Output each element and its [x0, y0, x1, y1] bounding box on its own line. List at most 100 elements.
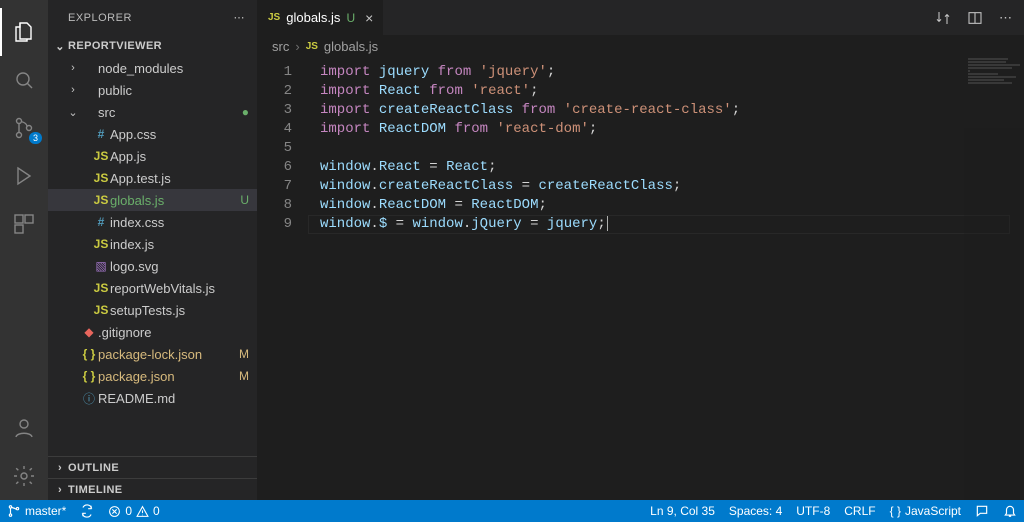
activity-account[interactable]	[0, 404, 48, 452]
status-sync[interactable]	[73, 500, 101, 522]
explorer-more-icon[interactable]: ⋯	[234, 11, 246, 24]
breadcrumb-file: globals.js	[324, 39, 378, 54]
tree-item-globals-js[interactable]: JSglobals.jsU	[48, 189, 257, 211]
status-encoding[interactable]: UTF-8	[789, 500, 837, 522]
json-icon: { }	[80, 369, 98, 383]
status-feedback[interactable]	[968, 500, 996, 522]
bell-icon	[1003, 504, 1017, 518]
code-line	[320, 139, 740, 158]
tree-item-label: App.test.js	[110, 171, 249, 186]
text-cursor	[607, 215, 608, 231]
tree-item-pkg-lock[interactable]: { }package-lock.jsonM	[48, 343, 257, 365]
error-count: 0	[125, 504, 132, 518]
tree-item-index-js[interactable]: JSindex.js	[48, 233, 257, 255]
tab-status: U	[346, 11, 355, 25]
tree-item-pkg[interactable]: { }package.jsonM	[48, 365, 257, 387]
tree-item-label: index.css	[110, 215, 249, 230]
md-icon: ⓘ	[80, 390, 98, 407]
tree-item-label: README.md	[98, 391, 249, 406]
sync-icon	[80, 504, 94, 518]
line-gutter: 123456789	[258, 57, 308, 500]
line-number: 9	[258, 215, 292, 234]
code-line: window.$ = window.jQuery = jquery;	[320, 215, 740, 234]
status-eol[interactable]: CRLF	[837, 500, 882, 522]
code-editor[interactable]: 123456789 import jquery from 'jquery'; im…	[258, 57, 1024, 500]
account-icon	[12, 416, 36, 440]
files-icon	[12, 20, 36, 44]
activity-scm[interactable]: 3	[0, 104, 48, 152]
line-number: 5	[258, 139, 292, 158]
activity-explorer[interactable]	[0, 8, 48, 56]
outline-header[interactable]: › OUTLINE	[48, 456, 257, 478]
tree-item-logo-svg[interactable]: ▧logo.svg	[48, 255, 257, 277]
status-notifications[interactable]	[996, 500, 1024, 522]
activity-extensions[interactable]	[0, 200, 48, 248]
warning-icon	[136, 505, 149, 518]
activity-bar: 3	[0, 0, 48, 500]
workspace-header[interactable]: ⌄ REPORTVIEWER	[48, 35, 257, 57]
line-number: 2	[258, 82, 292, 101]
line-number: 4	[258, 120, 292, 139]
status-problems[interactable]: 0 0	[101, 500, 166, 522]
braces-icon: { }	[890, 504, 901, 518]
git-status-badge: M	[239, 369, 249, 383]
explorer-sidebar: EXPLORER ⋯ ⌄ REPORTVIEWER ›node_modules›…	[48, 0, 258, 500]
activity-settings[interactable]	[0, 452, 48, 500]
tree-item-node_modules[interactable]: ›node_modules	[48, 57, 257, 79]
tree-item-gitignore[interactable]: ◆.gitignore	[48, 321, 257, 343]
explorer-title: EXPLORER	[68, 12, 132, 24]
code-line: import createReactClass from 'create-rea…	[320, 101, 740, 120]
js-icon: JS	[92, 303, 110, 317]
chevron-down-icon: ⌄	[66, 106, 80, 119]
status-cursor-position[interactable]: Ln 9, Col 35	[643, 500, 722, 522]
branch-name: master*	[25, 504, 66, 518]
close-icon[interactable]: ×	[365, 10, 373, 26]
js-icon: JS	[92, 281, 110, 295]
tree-item-setuptests[interactable]: JSsetupTests.js	[48, 299, 257, 321]
tree-item-index-css[interactable]: #index.css	[48, 211, 257, 233]
activity-debug[interactable]	[0, 152, 48, 200]
tree-item-reportwebvitals[interactable]: JSreportWebVitals.js	[48, 277, 257, 299]
tree-item-app-css[interactable]: #App.css	[48, 123, 257, 145]
extensions-icon	[12, 212, 36, 236]
status-indentation[interactable]: Spaces: 4	[722, 500, 789, 522]
tree-item-label: globals.js	[110, 193, 236, 208]
status-branch[interactable]: master*	[0, 500, 73, 522]
breadcrumbs[interactable]: src › JS globals.js	[258, 35, 1024, 57]
tab-globals-js[interactable]: JS globals.js U ×	[258, 0, 384, 35]
tree-item-readme[interactable]: ⓘREADME.md	[48, 387, 257, 409]
tree-item-label: src	[98, 105, 238, 120]
editor-area: JS globals.js U × ⋯ src › JS globals.js …	[258, 0, 1024, 500]
more-icon[interactable]: ⋯	[999, 10, 1012, 26]
timeline-header[interactable]: › TIMELINE	[48, 478, 257, 500]
activity-search[interactable]	[0, 56, 48, 104]
tree-item-src[interactable]: ⌄src●	[48, 101, 257, 123]
timeline-title: TIMELINE	[68, 484, 123, 496]
tree-item-label: package-lock.json	[98, 347, 235, 362]
tree-item-public[interactable]: ›public	[48, 79, 257, 101]
js-icon: JS	[92, 149, 110, 163]
css-icon: #	[92, 215, 110, 229]
git-status-badge: M	[239, 347, 249, 361]
code-line: import jquery from 'jquery';	[320, 63, 740, 82]
chevron-right-icon: ›	[52, 462, 68, 474]
js-icon: JS	[268, 12, 280, 23]
js-icon: JS	[92, 237, 110, 251]
line-number: 8	[258, 196, 292, 215]
tree-item-app-js[interactable]: JSApp.js	[48, 145, 257, 167]
tree-item-label: setupTests.js	[110, 303, 249, 318]
compare-changes-icon[interactable]	[935, 10, 951, 26]
workspace-name: REPORTVIEWER	[68, 40, 162, 52]
split-editor-icon[interactable]	[967, 10, 983, 26]
minimap[interactable]	[964, 57, 1024, 500]
tree-item-label: .gitignore	[98, 325, 249, 340]
tree-item-label: node_modules	[98, 61, 249, 76]
chevron-right-icon: ›	[295, 39, 299, 54]
outline-title: OUTLINE	[68, 462, 119, 474]
status-language[interactable]: { } JavaScript	[883, 500, 968, 522]
tree-item-app-test-js[interactable]: JSApp.test.js	[48, 167, 257, 189]
tree-item-label: reportWebVitals.js	[110, 281, 249, 296]
status-bar: master* 0 0 Ln 9, Col 35 Spaces: 4 UTF-8…	[0, 500, 1024, 522]
chevron-down-icon: ⌄	[52, 40, 68, 53]
git-icon: ◆	[80, 325, 98, 339]
